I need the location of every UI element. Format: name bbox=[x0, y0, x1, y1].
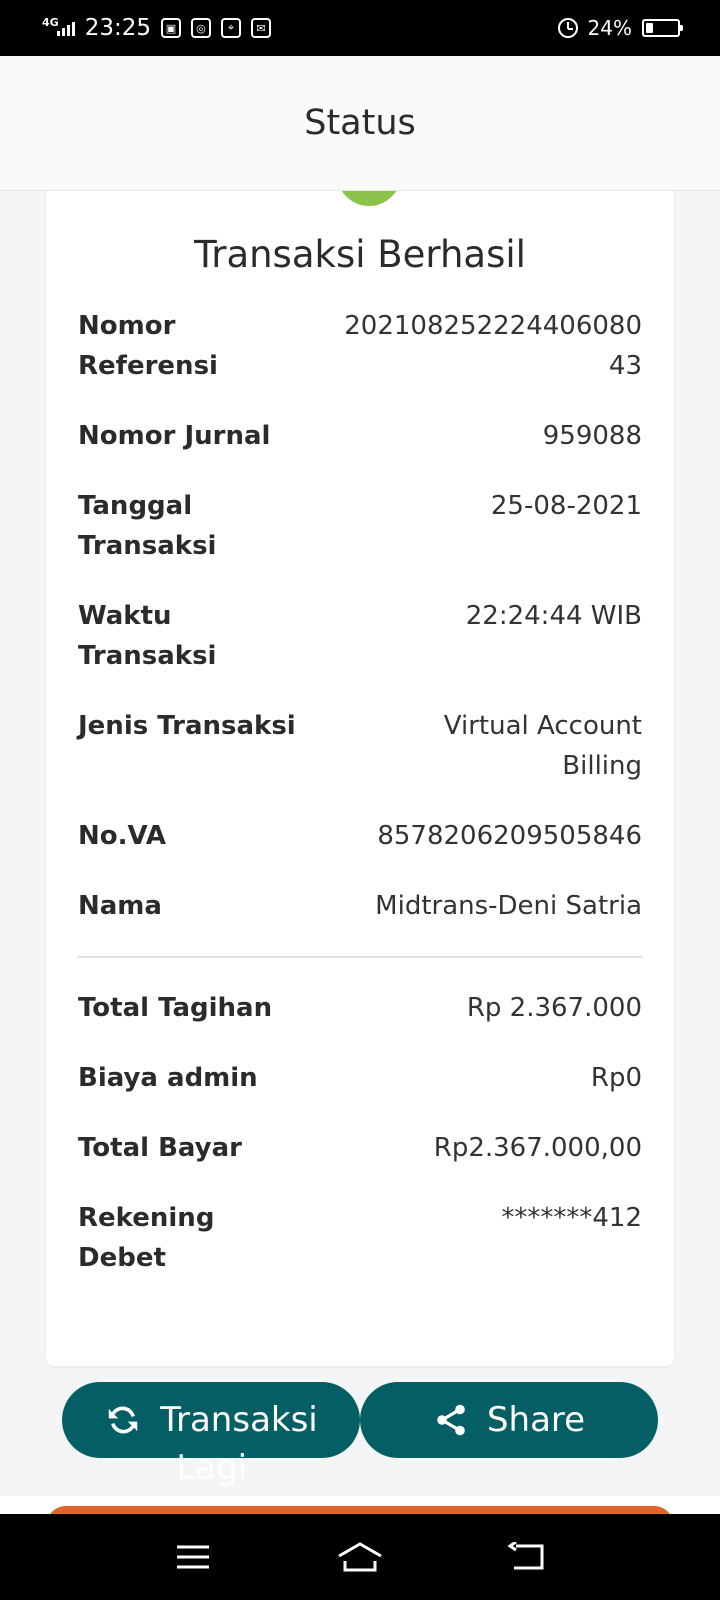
battery-fill bbox=[646, 23, 653, 33]
signal-icon bbox=[56, 20, 75, 36]
detail-label-line: Transaksi bbox=[78, 531, 217, 561]
status-bar: 4G 23:25 ▣ ◎ ⌖ ✉ 24% bbox=[0, 0, 720, 56]
detail-value: Rp0 bbox=[591, 1058, 642, 1098]
detail-label-line: Referensi bbox=[78, 351, 218, 381]
transaction-again-label: Transaksi Lagi bbox=[160, 1396, 318, 1488]
detail-label: Waktu Transaksi bbox=[78, 596, 216, 676]
transaction-card: Transaksi Berhasil Nomor Referensi 2021082… bbox=[46, 150, 674, 1366]
detail-row: Nomor Referensi 202108252224406080 43 bbox=[78, 306, 642, 386]
detail-label-line: Total Tagihan bbox=[78, 993, 273, 1023]
detail-label-line: Jenis Transaksi bbox=[78, 711, 296, 741]
share-label: Share bbox=[486, 1400, 586, 1440]
detail-value-line: 22:24:44 WIB bbox=[465, 601, 642, 631]
detail-label: Nama bbox=[78, 886, 162, 926]
transaction-again-button[interactable]: Transaksi Lagi bbox=[62, 1382, 360, 1488]
detail-label: Jenis Transaksi bbox=[78, 706, 296, 786]
detail-value: 25-08-2021 bbox=[491, 486, 642, 566]
system-nav-bar bbox=[0, 1514, 720, 1600]
detail-label: Nomor Referensi bbox=[78, 306, 218, 386]
detail-row: Total Tagihan Rp 2.367.000 bbox=[78, 988, 642, 1028]
detail-row: Waktu Transaksi 22:24:44 WIB bbox=[78, 596, 642, 676]
detail-label: Total Bayar bbox=[78, 1128, 242, 1168]
share-button[interactable]: Share bbox=[360, 1382, 658, 1458]
detail-value: Virtual Account Billing bbox=[444, 706, 642, 786]
status-time: 23:25 bbox=[84, 15, 151, 41]
page-title: Status bbox=[304, 103, 416, 143]
detail-value: Rp2.367.000,00 bbox=[434, 1128, 642, 1168]
transaction-again-label-line1: Transaksi bbox=[160, 1400, 318, 1440]
detail-row: Jenis Transaksi Virtual Account Billing bbox=[78, 706, 642, 786]
detail-value: Rp 2.367.000 bbox=[467, 988, 642, 1028]
instagram-icon: ◎ bbox=[190, 18, 211, 38]
transaction-again-label-line2: Lagi bbox=[176, 1448, 248, 1488]
detail-row: Rekening Debet *******412 bbox=[78, 1198, 642, 1278]
refresh-icon bbox=[104, 1401, 142, 1439]
detail-value-line: *******412 bbox=[501, 1203, 642, 1233]
detail-row: No.VA 8578206209505846 bbox=[78, 816, 642, 856]
detail-value-line: Virtual Account bbox=[443, 711, 642, 741]
detail-label: Total Tagihan bbox=[78, 988, 272, 1028]
back-icon[interactable] bbox=[502, 1537, 552, 1577]
detail-value-line: Rp0 bbox=[590, 1063, 642, 1093]
detail-label-line: Waktu bbox=[78, 601, 172, 631]
mail-icon: ✉ bbox=[250, 18, 271, 38]
home-icon[interactable] bbox=[335, 1537, 385, 1577]
detail-value-line: Midtrans-Deni Satria bbox=[375, 891, 642, 921]
battery-percent: 24% bbox=[587, 16, 632, 40]
detail-value-line: 959088 bbox=[542, 421, 642, 451]
summary-list: Total Tagihan Rp 2.367.000 Biaya admin Rp0 T… bbox=[78, 988, 642, 1278]
detail-row: Tanggal Transaksi 25-08-2021 bbox=[78, 486, 642, 566]
detail-label-line: Biaya admin bbox=[78, 1063, 258, 1093]
detail-label-line: Rekening bbox=[78, 1203, 215, 1233]
detail-label-line: No.VA bbox=[78, 821, 166, 851]
transaction-status-title: Transaksi Berhasil bbox=[194, 233, 526, 276]
detail-label: Rekening Debet bbox=[78, 1198, 214, 1278]
detail-value-line: 25-08-2021 bbox=[490, 491, 642, 521]
detail-value-line: 202108252224406080 bbox=[344, 311, 642, 341]
network-type: 4G bbox=[42, 15, 59, 29]
detail-value: *******412 bbox=[501, 1198, 642, 1278]
detail-label-line: Transaksi bbox=[78, 641, 217, 671]
detail-label: Biaya admin bbox=[78, 1058, 258, 1098]
detail-label-line: Total Bayar bbox=[78, 1133, 242, 1163]
detail-value: 22:24:44 WIB bbox=[466, 596, 642, 676]
detail-value: 959088 bbox=[543, 416, 642, 456]
detail-label: Tanggal Transaksi bbox=[78, 486, 216, 566]
notification-icon-1: ▣ bbox=[160, 18, 181, 38]
maps-icon: ⌖ bbox=[220, 18, 241, 38]
detail-value-line: Rp2.367.000,00 bbox=[433, 1133, 642, 1163]
detail-row: Total Bayar Rp2.367.000,00 bbox=[78, 1128, 642, 1168]
app-header: Status bbox=[0, 56, 720, 191]
detail-label: No.VA bbox=[78, 816, 166, 856]
detail-value-line: Billing bbox=[562, 751, 642, 781]
detail-value-line: 43 bbox=[608, 351, 642, 381]
menu-icon[interactable] bbox=[168, 1537, 218, 1577]
detail-value: Midtrans-Deni Satria bbox=[375, 886, 642, 926]
share-icon bbox=[433, 1402, 469, 1438]
detail-row: Nama Midtrans-Deni Satria bbox=[78, 886, 642, 926]
detail-value: 202108252224406080 43 bbox=[344, 306, 642, 386]
details-list: Nomor Referensi 202108252224406080 43 Nomor … bbox=[78, 306, 642, 926]
detail-row: Biaya admin Rp0 bbox=[78, 1058, 642, 1098]
alarm-icon bbox=[557, 18, 578, 38]
divider bbox=[78, 956, 642, 958]
detail-label-line: Tanggal bbox=[78, 491, 193, 521]
detail-value: 8578206209505846 bbox=[377, 816, 642, 856]
detail-label-line: Debet bbox=[78, 1243, 166, 1273]
detail-label-line: Nomor bbox=[78, 311, 176, 341]
detail-label-line: Nomor Jurnal bbox=[78, 421, 271, 451]
detail-value-line: Rp 2.367.000 bbox=[466, 993, 642, 1023]
detail-value-line: 8578206209505846 bbox=[377, 821, 642, 851]
transaction-details: Nomor Referensi 202108252224406080 43 Nomor … bbox=[78, 306, 642, 1278]
detail-label-line: Nama bbox=[78, 891, 162, 921]
battery-icon bbox=[642, 19, 683, 37]
detail-row: Nomor Jurnal 959088 bbox=[78, 416, 642, 456]
detail-label: Nomor Jurnal bbox=[78, 416, 270, 456]
